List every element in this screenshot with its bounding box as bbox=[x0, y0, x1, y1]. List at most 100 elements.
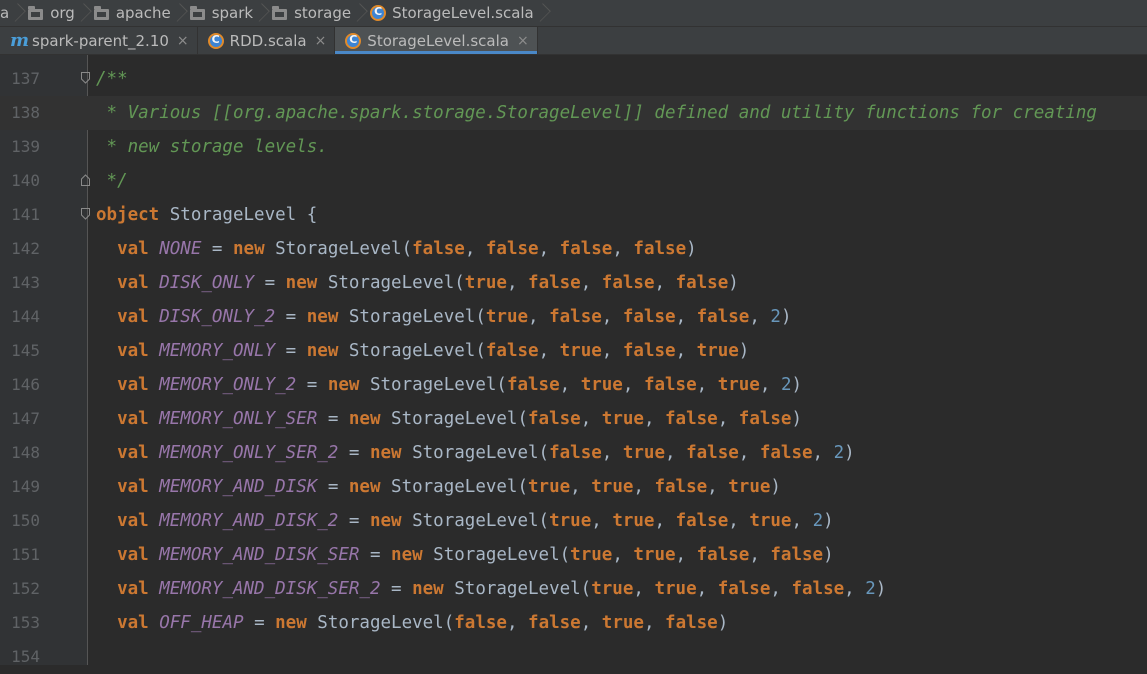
code-line[interactable]: 142 val NONE = new StorageLevel(false, f… bbox=[0, 232, 1147, 266]
code-token: false bbox=[485, 341, 539, 361]
fold-open-icon[interactable] bbox=[81, 208, 90, 220]
code-line[interactable]: 153 val OFF_HEAP = new StorageLevel(fals… bbox=[0, 606, 1147, 640]
breadcrumb-item-spark[interactable]: spark bbox=[189, 0, 272, 26]
code-editor[interactable]: 137 /** 138 * Various [[org.apache.spark.s… bbox=[0, 55, 1147, 666]
tab-storagelevel-scala[interactable]: StorageLevel.scala × bbox=[335, 27, 538, 54]
code-line[interactable]: 154 bbox=[0, 640, 1147, 674]
code-token: false bbox=[696, 545, 750, 565]
code-token: false bbox=[622, 341, 676, 361]
code-token: StorageLevel( bbox=[264, 239, 413, 259]
code-token: ) bbox=[738, 341, 750, 361]
breadcrumb-separator bbox=[538, 0, 547, 26]
fold-open-icon[interactable] bbox=[81, 72, 90, 84]
code-token: , bbox=[580, 409, 602, 429]
code-token: false bbox=[791, 579, 845, 599]
code-token: StorageLevel( bbox=[338, 341, 486, 361]
code-token: , bbox=[580, 613, 602, 633]
code-token: , bbox=[570, 477, 592, 497]
breadcrumb-file[interactable]: StorageLevel.scala bbox=[370, 0, 553, 26]
fold-end-icon[interactable] bbox=[81, 174, 90, 186]
code-text: val MEMORY_ONLY_SER_2 = new StorageLevel… bbox=[96, 436, 855, 470]
code-line[interactable]: 146 val MEMORY_ONLY_2 = new StorageLevel… bbox=[0, 368, 1147, 402]
code-token: StorageLevel( bbox=[401, 443, 550, 463]
code-token: , bbox=[844, 579, 866, 599]
tab-label: StorageLevel.scala bbox=[367, 31, 509, 50]
breadcrumb-separator bbox=[79, 0, 88, 26]
code-token: , bbox=[717, 409, 739, 429]
code-token: true bbox=[728, 477, 771, 497]
tab-rdd-scala[interactable]: RDD.scala × bbox=[198, 27, 336, 54]
code-line[interactable]: 152 val MEMORY_AND_DISK_SER_2 = new Stor… bbox=[0, 572, 1147, 606]
breadcrumb-item-apache[interactable]: apache bbox=[93, 0, 190, 26]
code-token: object bbox=[96, 205, 160, 225]
code-line[interactable]: 143 val DISK_ONLY = new StorageLevel(tru… bbox=[0, 266, 1147, 300]
code-line[interactable]: 137 /** bbox=[0, 62, 1147, 96]
line-number: 142 bbox=[11, 239, 40, 258]
folder-icon bbox=[93, 5, 109, 20]
code-token: true bbox=[749, 511, 792, 531]
code-token: false bbox=[454, 613, 507, 633]
code-token: , bbox=[580, 273, 602, 293]
code-token: , bbox=[696, 375, 718, 395]
code-token: = bbox=[275, 307, 307, 327]
breadcrumb-item-org[interactable]: org bbox=[28, 0, 94, 26]
code-token: val bbox=[117, 443, 149, 463]
code-token: 2 bbox=[770, 307, 781, 327]
close-icon[interactable]: × bbox=[177, 33, 189, 49]
tab-spark-parent[interactable]: m spark-parent_2.10 × bbox=[0, 27, 198, 54]
code-token: false bbox=[622, 307, 676, 327]
code-token: false bbox=[528, 273, 581, 293]
breadcrumb-item-storage[interactable]: storage bbox=[272, 0, 370, 26]
code-line[interactable]: 151 val MEMORY_AND_DISK_SER = new Storag… bbox=[0, 538, 1147, 572]
code-token: StorageLevel( bbox=[443, 579, 592, 599]
close-icon[interactable]: × bbox=[315, 33, 327, 49]
code-token: = bbox=[243, 613, 276, 633]
code-token: true bbox=[622, 443, 666, 463]
code-token: new bbox=[348, 477, 381, 497]
code-line[interactable]: 148 val MEMORY_ONLY_SER_2 = new StorageL… bbox=[0, 436, 1147, 470]
code-token: val bbox=[117, 375, 149, 395]
code-token: StorageLevel( bbox=[380, 477, 529, 497]
code-token: , bbox=[643, 409, 666, 429]
code-line[interactable]: 144 val DISK_ONLY_2 = new StorageLevel(t… bbox=[0, 300, 1147, 334]
code-line[interactable]: 150 val MEMORY_AND_DISK_2 = new StorageL… bbox=[0, 504, 1147, 538]
scala-class-icon bbox=[207, 32, 224, 49]
breadcrumb-item-label: org bbox=[50, 4, 75, 22]
line-number: 149 bbox=[11, 477, 40, 496]
code-token: ) bbox=[791, 409, 803, 429]
breadcrumb-item-label: storage bbox=[294, 4, 352, 22]
code-token: new bbox=[327, 375, 360, 395]
code-line[interactable]: 138 * Various [[org.apache.spark.storage… bbox=[0, 96, 1147, 130]
code-token: false bbox=[633, 239, 687, 259]
code-token: , bbox=[633, 477, 655, 497]
line-number: 143 bbox=[11, 273, 40, 292]
code-token: StorageLevel( bbox=[401, 511, 550, 531]
code-line[interactable]: 149 val MEMORY_AND_DISK = new StorageLev… bbox=[0, 470, 1147, 504]
code-token: , bbox=[738, 443, 760, 463]
code-line[interactable]: 145 val MEMORY_ONLY = new StorageLevel(f… bbox=[0, 334, 1147, 368]
line-number: 140 bbox=[11, 171, 40, 190]
code-text: object StorageLevel { bbox=[96, 198, 317, 232]
code-token: 2 bbox=[780, 375, 792, 395]
code-token: val bbox=[117, 511, 149, 531]
code-token: , bbox=[791, 511, 813, 531]
breadcrumb-leading[interactable]: a bbox=[0, 0, 28, 26]
code-token: false bbox=[549, 443, 602, 463]
code-token: = bbox=[317, 409, 349, 429]
code-token: , bbox=[601, 443, 623, 463]
code-line[interactable]: 140 */ bbox=[0, 164, 1147, 198]
code-line[interactable]: 141 object StorageLevel { bbox=[0, 198, 1147, 232]
code-line[interactable]: 147 val MEMORY_ONLY_SER = new StorageLev… bbox=[0, 402, 1147, 436]
code-token: val bbox=[117, 613, 149, 633]
code-line[interactable]: 139 * new storage levels. bbox=[0, 130, 1147, 164]
close-icon[interactable]: × bbox=[517, 33, 529, 49]
line-number: 141 bbox=[11, 205, 40, 224]
